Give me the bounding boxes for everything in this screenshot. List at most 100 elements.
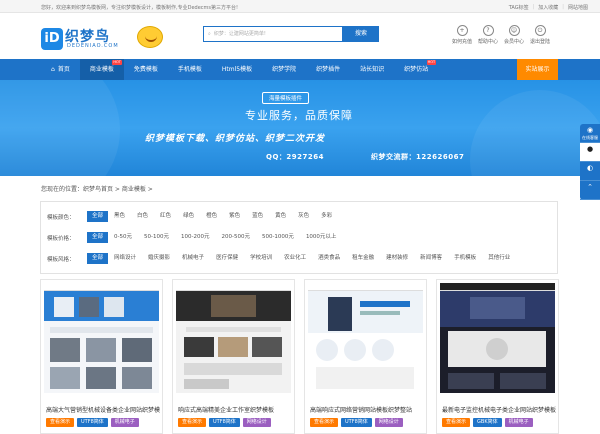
category-tag[interactable]: 网络设计 — [242, 418, 271, 427]
nav-item-free[interactable]: 免费模板 — [124, 59, 168, 80]
nav-item-academy[interactable]: 织梦学院 — [262, 59, 306, 80]
favorite-link[interactable]: 加入收藏 — [538, 4, 558, 11]
filter-option[interactable]: 手机模板 — [448, 253, 482, 264]
filter-option[interactable]: 灰色 — [292, 211, 315, 222]
template-card[interactable]: 高端响应式网络营销网站模板织梦整站 查看演示 UTF8简体 网络设计 — [304, 279, 427, 434]
template-title[interactable]: 响应式高端精美企业工作室织梦模板 — [178, 405, 292, 414]
filter-option[interactable]: 白色 — [131, 211, 154, 222]
template-card[interactable]: 响应式高端精美企业工作室织梦模板 查看演示 UTF8简体 网络设计 — [172, 279, 295, 434]
nav-item-html5[interactable]: Html5模板 — [212, 59, 262, 80]
filter-option[interactable]: 500-1000元 — [256, 232, 300, 243]
thumb-block — [50, 367, 80, 389]
encoding-tag[interactable]: UTF8简体 — [77, 418, 108, 427]
filter-option[interactable]: 200-500元 — [215, 232, 255, 243]
nav-label: 免费模板 — [133, 66, 158, 73]
nav-item-knowledge[interactable]: 站长知识 — [350, 59, 394, 80]
filter-option[interactable]: 酒类食品 — [312, 253, 346, 264]
search-box: ⌕ 织梦：让建网站更简单! 搜索 — [203, 26, 379, 42]
filter-option[interactable]: 网络设计 — [108, 253, 142, 264]
qq-icon: ◉ — [586, 126, 594, 134]
online-service-button[interactable]: ◉ 在线客服 — [580, 124, 600, 143]
hero-banner[interactable]: 海量模板插件 专业服务，品质保障 织梦模板下载、织梦仿站、织梦二次开发 QQ：2… — [0, 80, 600, 176]
encoding-tag[interactable]: UTF8简体 — [341, 418, 372, 427]
nav-item-home[interactable]: ⌂ 首页 — [41, 59, 80, 80]
member-link[interactable]: ☺ 会员中心 — [504, 25, 524, 45]
filter-option[interactable]: 全部 — [87, 211, 109, 222]
nav-item-plugins[interactable]: 织梦插件 — [306, 59, 350, 80]
encoding-tag[interactable]: GBK简体 — [473, 418, 502, 427]
filter-option[interactable]: 全部 — [87, 253, 109, 264]
filter-option[interactable]: 紫色 — [223, 211, 246, 222]
nav-item-commercial[interactable]: 商业模板 HOT — [79, 59, 124, 80]
template-title[interactable]: 高端大气营销型机械设备类企业网站织梦模板 — [46, 405, 160, 414]
category-tag[interactable]: 机械电子 — [504, 418, 533, 427]
template-thumbnail[interactable] — [44, 283, 159, 393]
filter-option[interactable]: 绿色 — [177, 211, 200, 222]
qq-button[interactable]: ● — [580, 143, 600, 162]
back-to-top-button[interactable]: ⌃ — [580, 181, 600, 200]
filter-option[interactable]: 全部 — [87, 232, 109, 243]
template-title[interactable]: 最新电子监控机械电子类企业网站织梦模板 — [442, 405, 556, 414]
filter-option[interactable]: 其他行业 — [482, 253, 516, 264]
nav-label: Html5模板 — [221, 66, 253, 73]
user-add-icon: + — [456, 25, 468, 36]
sitemap-link[interactable]: 网站地图 — [568, 4, 588, 11]
filter-option[interactable]: 新闻博客 — [414, 253, 448, 264]
filter-option[interactable]: 农业化工 — [278, 253, 312, 264]
thumb-block — [500, 373, 546, 389]
template-card[interactable]: 高端大气营销型机械设备类企业网站织梦模板 查看演示 UTF8简体 机械电子 — [40, 279, 163, 434]
filter-option[interactable]: 蓝色 — [246, 211, 269, 222]
filter-option[interactable]: 100-200元 — [175, 232, 215, 243]
recharge-link[interactable]: + 如何充值 — [452, 25, 472, 45]
banner-group: 织梦交流群：122626067 — [371, 153, 465, 161]
wechat-button[interactable]: ◐ — [580, 162, 600, 181]
thumb-block — [184, 363, 282, 375]
tag-link[interactable]: TAG标签 — [509, 4, 529, 11]
filter-option[interactable]: 1000元以上 — [300, 232, 343, 243]
filter-option[interactable]: 机械电子 — [176, 253, 210, 264]
filter-option[interactable]: 0-50元 — [108, 232, 138, 243]
thumb-block — [470, 297, 525, 319]
encoding-tag[interactable]: UTF8简体 — [209, 418, 240, 427]
nav-item-clone[interactable]: 织梦仿站 HOT — [394, 59, 438, 80]
filter-option[interactable]: 租车金融 — [346, 253, 380, 264]
template-card[interactable]: 最新电子监控机械电子类企业网站织梦模板 查看演示 GBK简体 机械电子 — [436, 279, 559, 434]
filter-option[interactable]: 50-100元 — [138, 232, 175, 243]
demo-button[interactable]: 查看演示 — [310, 418, 339, 427]
filter-option[interactable]: 黄色 — [269, 211, 292, 222]
search-input[interactable]: ⌕ 织梦：让建网站更简单! — [203, 26, 343, 42]
filter-option[interactable]: 建材装修 — [380, 253, 414, 264]
divider: | — [562, 4, 564, 10]
site-logo[interactable]: iD 织梦鸟 DEDENIAO.COM — [41, 26, 166, 62]
thumb-block — [218, 337, 248, 357]
search-button[interactable]: 搜索 — [343, 26, 379, 42]
nav-label: 织梦仿站 — [404, 66, 429, 73]
demo-button[interactable]: 查看演示 — [442, 418, 471, 427]
logout-link[interactable]: ⏻ 退出登陆 — [530, 25, 550, 45]
thumb-block — [372, 339, 394, 361]
template-thumbnail[interactable] — [176, 283, 291, 393]
template-tags: 查看演示 UTF8简体 机械电子 — [46, 418, 139, 427]
demo-button[interactable]: 查看演示 — [178, 418, 207, 427]
help-link[interactable]: ? 帮助中心 — [478, 25, 498, 45]
template-title[interactable]: 高端响应式网络营销网站模板织梦整站 — [310, 405, 424, 414]
category-tag[interactable]: 机械电子 — [110, 418, 139, 427]
thumb-block — [50, 338, 80, 362]
filter-option[interactable]: 医疗保健 — [210, 253, 244, 264]
welcome-text: 您好，欢迎来到织梦鸟模板网，专注织梦模板设计，模板制作,专业Dedecms第三方… — [41, 5, 238, 11]
template-thumbnail[interactable] — [308, 283, 423, 393]
template-thumbnail[interactable] — [440, 283, 555, 393]
filter-option[interactable]: 黑色 — [108, 211, 131, 222]
nav-item-mobile[interactable]: 手机模板 — [168, 59, 212, 80]
category-tag[interactable]: 网络设计 — [374, 418, 403, 427]
filter-option[interactable]: 婚庆摄影 — [142, 253, 176, 264]
filter-option[interactable]: 橙色 — [200, 211, 223, 222]
filter-option[interactable]: 多彩 — [315, 211, 338, 222]
showcase-button[interactable]: 实站展示 — [517, 59, 558, 80]
filter-option[interactable]: 学校培训 — [244, 253, 278, 264]
thumb-block — [486, 338, 508, 360]
thumb-block — [328, 297, 352, 331]
header-icons: + 如何充值 ? 帮助中心 ☺ 会员中心 ⏻ 退出登陆 — [452, 25, 550, 45]
demo-button[interactable]: 查看演示 — [46, 418, 75, 427]
filter-option[interactable]: 红色 — [154, 211, 177, 222]
